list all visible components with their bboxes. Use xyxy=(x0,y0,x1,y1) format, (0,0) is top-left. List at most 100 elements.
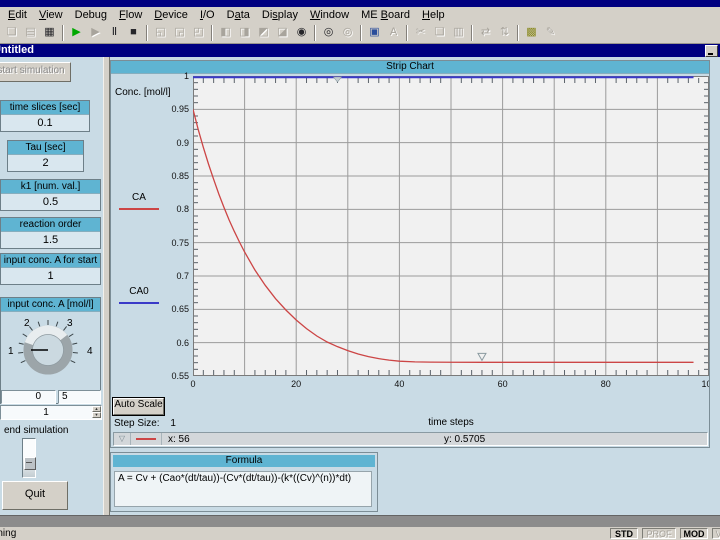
menu-display[interactable]: Display xyxy=(256,9,304,21)
y-tick-0.85: 0.85 xyxy=(147,171,189,181)
time-slices-value-field[interactable]: 0.1 xyxy=(1,115,89,131)
open-icon[interactable]: ❏ xyxy=(2,24,21,42)
reaction-order-value-field[interactable]: 1.5 xyxy=(1,232,100,248)
save-icon[interactable]: ▤ xyxy=(21,24,40,42)
toolbar-separator xyxy=(406,25,408,41)
add-object-icon[interactable]: ◱ xyxy=(151,24,170,42)
status-cell-prof: PROF xyxy=(642,528,676,539)
spinner-down-button[interactable]: ▼ xyxy=(92,412,101,418)
menu-view[interactable]: View xyxy=(33,9,69,21)
status-mode-cells: STDPROFMODVIEW xyxy=(610,528,720,539)
end-simulation-toggle[interactable] xyxy=(22,438,36,478)
input-conc-start-header: input conc. A for start xyxy=(1,254,100,268)
copy-icon[interactable]: ❏ xyxy=(430,24,449,42)
align-icon[interactable]: ◩ xyxy=(254,24,273,42)
step-size-value[interactable]: 1 xyxy=(170,418,176,429)
menu-data[interactable]: Data xyxy=(221,9,256,21)
x-tick-80: 80 xyxy=(591,379,621,389)
cut-icon[interactable]: ✂ xyxy=(411,24,430,42)
step-size-row: Step Size: 1 xyxy=(114,418,176,429)
legend-ca-label[interactable]: CA xyxy=(119,192,159,203)
web-icon[interactable]: ◉ xyxy=(292,24,311,42)
time-slices-header: time slices [sec] xyxy=(1,101,89,115)
pause-icon[interactable]: Ⅱ xyxy=(105,24,124,42)
legend-ca0-label[interactable]: CA0 xyxy=(119,286,159,297)
tau-value-field[interactable]: 2 xyxy=(8,155,83,171)
run-icon[interactable]: ▶ xyxy=(67,24,86,42)
menu-flow[interactable]: Flow xyxy=(113,9,148,21)
input-conc-value-spinner[interactable]: 1 ▲ ▼ xyxy=(0,405,102,420)
k1-value-field[interactable]: 0.5 xyxy=(1,194,100,210)
input-conc-knob-header: input conc. A [mol/l] xyxy=(1,298,100,312)
control-reaction-order: reaction order1.5 xyxy=(0,217,101,249)
start-simulation-button[interactable]: start simulation xyxy=(0,62,71,82)
control-input-conc-start: input conc. A for start1 xyxy=(0,253,101,285)
paste-icon[interactable]: ▥ xyxy=(449,24,468,42)
print-icon[interactable]: ▦ xyxy=(40,24,59,42)
end-simulation-label: end simulation xyxy=(4,425,68,436)
control-panel: start simulation input conc. A [mol/l] 1… xyxy=(0,57,103,515)
knob-scale-1: 1 xyxy=(8,346,14,357)
x-tick-20: 20 xyxy=(281,379,311,389)
properties-icon[interactable]: ▣ xyxy=(365,24,384,42)
menu-edit[interactable]: Edit xyxy=(2,9,33,21)
menu-debug[interactable]: Debug xyxy=(69,9,113,21)
x-tick-0: 0 xyxy=(178,379,208,389)
knob-scale-2: 2 xyxy=(24,318,30,329)
find-next-icon[interactable]: ◎ xyxy=(338,24,357,42)
paint-icon[interactable]: ✎ xyxy=(541,24,560,42)
marker-y-readout: y: 0.5705 xyxy=(444,434,485,445)
x-axis-label: time steps xyxy=(381,417,521,428)
minimize-button[interactable] xyxy=(705,45,718,57)
picture-icon[interactable]: ▩ xyxy=(522,24,541,42)
step-size-label: Step Size: xyxy=(114,418,160,429)
toolbar-separator xyxy=(146,25,148,41)
add-panel-icon[interactable]: ◰ xyxy=(189,24,208,42)
toggle-handle[interactable] xyxy=(24,457,36,470)
tau-header: Tau [sec] xyxy=(8,141,83,155)
marker-x-readout: x: 56 xyxy=(168,434,190,445)
menu-bar: EditViewDebugFlowDeviceI/ODataDisplayWin… xyxy=(0,7,720,22)
minimize-icon xyxy=(708,53,713,55)
menu-window[interactable]: Window xyxy=(304,9,355,21)
marker-trace-icon xyxy=(131,433,162,445)
add-display-icon[interactable]: ◲ xyxy=(170,24,189,42)
redo-icon[interactable]: ⇅ xyxy=(495,24,514,42)
panel-divider[interactable] xyxy=(103,57,110,515)
knob-min-field[interactable]: 0 xyxy=(1,390,56,404)
knob-max-field[interactable]: 5 xyxy=(58,390,101,404)
menu-i-o[interactable]: I/O xyxy=(194,9,221,21)
status-cell-mod: MOD xyxy=(680,528,708,539)
knob-scale-3: 3 xyxy=(67,318,73,329)
document-title: Untitled xyxy=(0,44,34,57)
status-band xyxy=(0,515,720,527)
menu-device[interactable]: Device xyxy=(148,9,194,21)
formula-expression[interactable]: A = Cv + (Cao*(dt/tau))-(Cv*(dt/tau))-(k… xyxy=(114,471,372,507)
resume-icon[interactable]: ▶ xyxy=(86,24,105,42)
auto-scale-button[interactable]: Auto Scale xyxy=(113,398,164,415)
move-up-icon[interactable]: ◧ xyxy=(216,24,235,42)
marker-triangle-icon[interactable]: ▽ xyxy=(114,433,131,445)
work-area: start simulation input conc. A [mol/l] 1… xyxy=(0,57,720,515)
input-conc-knob[interactable]: 1 2 3 4 xyxy=(1,312,101,389)
undo-icon[interactable]: ⇄ xyxy=(476,24,495,42)
y-tick-0.95: 0.95 xyxy=(147,104,189,114)
formula-title: Formula xyxy=(113,455,375,467)
input-conc-start-value-field[interactable]: 1 xyxy=(1,268,100,284)
quit-button[interactable]: Quit xyxy=(2,481,68,510)
find-icon[interactable]: ◎ xyxy=(319,24,338,42)
move-down-icon[interactable]: ◨ xyxy=(235,24,254,42)
document-titlebar[interactable]: Untitled xyxy=(0,44,720,57)
toolbar-separator xyxy=(517,25,519,41)
reaction-order-header: reaction order xyxy=(1,218,100,232)
distribute-icon[interactable]: ◪ xyxy=(273,24,292,42)
x-tick-60: 60 xyxy=(488,379,518,389)
menu-me-board[interactable]: ME Board xyxy=(355,9,416,21)
stop-icon[interactable]: ■ xyxy=(124,24,143,42)
font-icon[interactable]: A xyxy=(384,24,403,42)
marker-info-bar: ▽ x: 56 y: 0.5705 xyxy=(113,432,708,446)
menu-help[interactable]: Help xyxy=(416,9,451,21)
input-conc-value[interactable]: 1 xyxy=(1,406,91,419)
toggle-notch xyxy=(26,462,32,463)
strip-chart-plot[interactable] xyxy=(193,76,709,376)
